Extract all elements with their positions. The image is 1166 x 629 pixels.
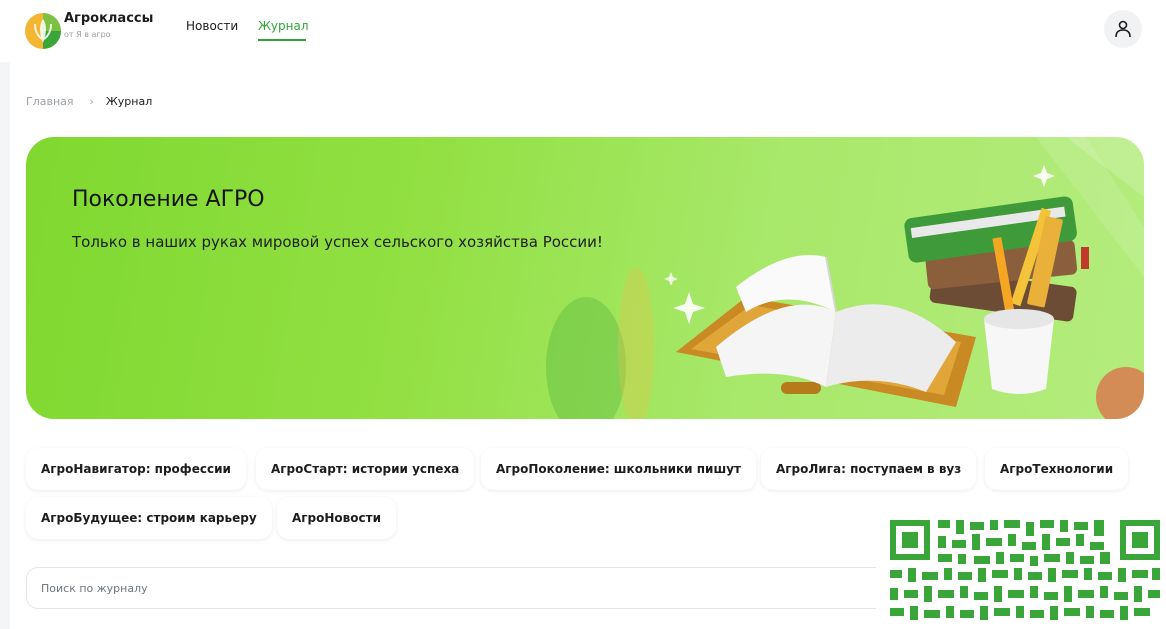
nav-link-news[interactable]: Новости [186, 19, 238, 33]
wheat-leaf-icon[interactable] [24, 12, 62, 50]
category-chip-league[interactable]: АгроЛига: поступаем в вуз [761, 448, 977, 490]
breadcrumb-home[interactable]: Главная [26, 95, 74, 108]
brand-subtitle: от Я в агро [64, 30, 111, 39]
category-chip-news[interactable]: АгроНовости [277, 497, 396, 539]
breadcrumb-current: Журнал [105, 95, 153, 108]
category-chip-future[interactable]: АгроБудущее: строим карьеру [26, 497, 272, 539]
journal-search [26, 567, 896, 609]
banner-subtitle: Только в наших руках мировой успех сельс… [72, 233, 603, 251]
breadcrumb-separator: › [89, 95, 94, 108]
category-chip-technologies[interactable]: АгроТехнологии [985, 448, 1129, 490]
category-chip-generation[interactable]: АгроПоколение: школьники пишут [481, 448, 756, 490]
hero-banner: Поколение АГРО Только в наших руках миро… [26, 137, 1144, 419]
banner-title: Поколение АГРО [72, 187, 265, 212]
category-chip-start[interactable]: АгроСтарт: истории успеха [256, 448, 475, 490]
brand-title[interactable]: Агроклассы [64, 11, 153, 26]
user-icon [1115, 20, 1131, 38]
qr-code-icon [876, 504, 1166, 629]
breadcrumb: Главная › Журнал [26, 95, 152, 108]
search-input[interactable] [27, 568, 895, 608]
nav-active-indicator [258, 39, 306, 41]
category-chip-navigator[interactable]: АгроНавигатор: профессии [26, 448, 246, 490]
user-profile-button[interactable] [1104, 10, 1142, 48]
nav-link-journal[interactable]: Журнал [258, 19, 309, 33]
top-header: Агроклассы от Я в агро Новости Журнал [0, 0, 1166, 62]
books-illustration [546, 137, 1144, 419]
